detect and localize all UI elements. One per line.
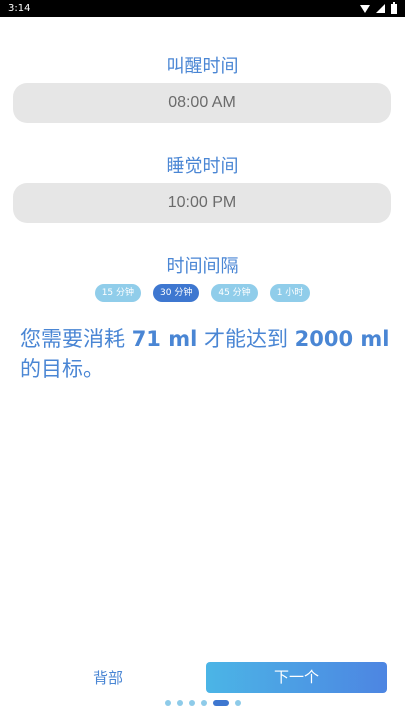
goal-amount: 71 ml (131, 327, 198, 351)
interval-option-30[interactable]: 30 分钟 (153, 284, 200, 302)
goal-target: 2000 ml (294, 327, 390, 351)
status-bar: 3:14 (0, 0, 405, 17)
status-time: 3:14 (8, 3, 31, 14)
page-dot (234, 700, 241, 706)
goal-prefix: 您需要消耗 (20, 327, 132, 351)
sleep-time-field[interactable]: 10:00 PM (13, 183, 391, 223)
next-button[interactable]: 下一个 (206, 662, 387, 693)
page-dot (200, 700, 207, 706)
wifi-icon (360, 4, 370, 13)
page-dot (164, 700, 171, 706)
interval-option-45[interactable]: 45 分钟 (211, 284, 258, 302)
interval-options: 15 分钟 30 分钟 45 分钟 1 小时 (0, 284, 405, 302)
screen: 3:14 叫醒时间 08:00 AM 睡觉时间 10:00 PM 时间间隔 15… (0, 0, 405, 720)
goal-suffix: 的目标。 (20, 357, 104, 381)
goal-message: 您需要消耗 71 ml 才能达到 2000 ml 的目标。 (20, 324, 390, 384)
signal-icon (376, 4, 385, 13)
interval-title: 时间间隔 (166, 256, 239, 277)
wake-time-title: 叫醒时间 (166, 56, 239, 77)
page-dot (176, 700, 183, 706)
page-indicator (0, 699, 405, 707)
sleep-time-title: 睡觉时间 (166, 156, 239, 177)
back-button[interactable]: 背部 (60, 663, 156, 693)
page-dot-active (212, 700, 229, 706)
battery-icon (391, 1, 397, 14)
goal-middle: 才能达到 (197, 327, 295, 351)
page-dot (188, 700, 195, 706)
status-icons (360, 1, 397, 14)
interval-option-60[interactable]: 1 小时 (269, 284, 311, 302)
interval-option-15[interactable]: 15 分钟 (94, 284, 142, 302)
wake-time-field[interactable]: 08:00 AM (13, 83, 391, 123)
